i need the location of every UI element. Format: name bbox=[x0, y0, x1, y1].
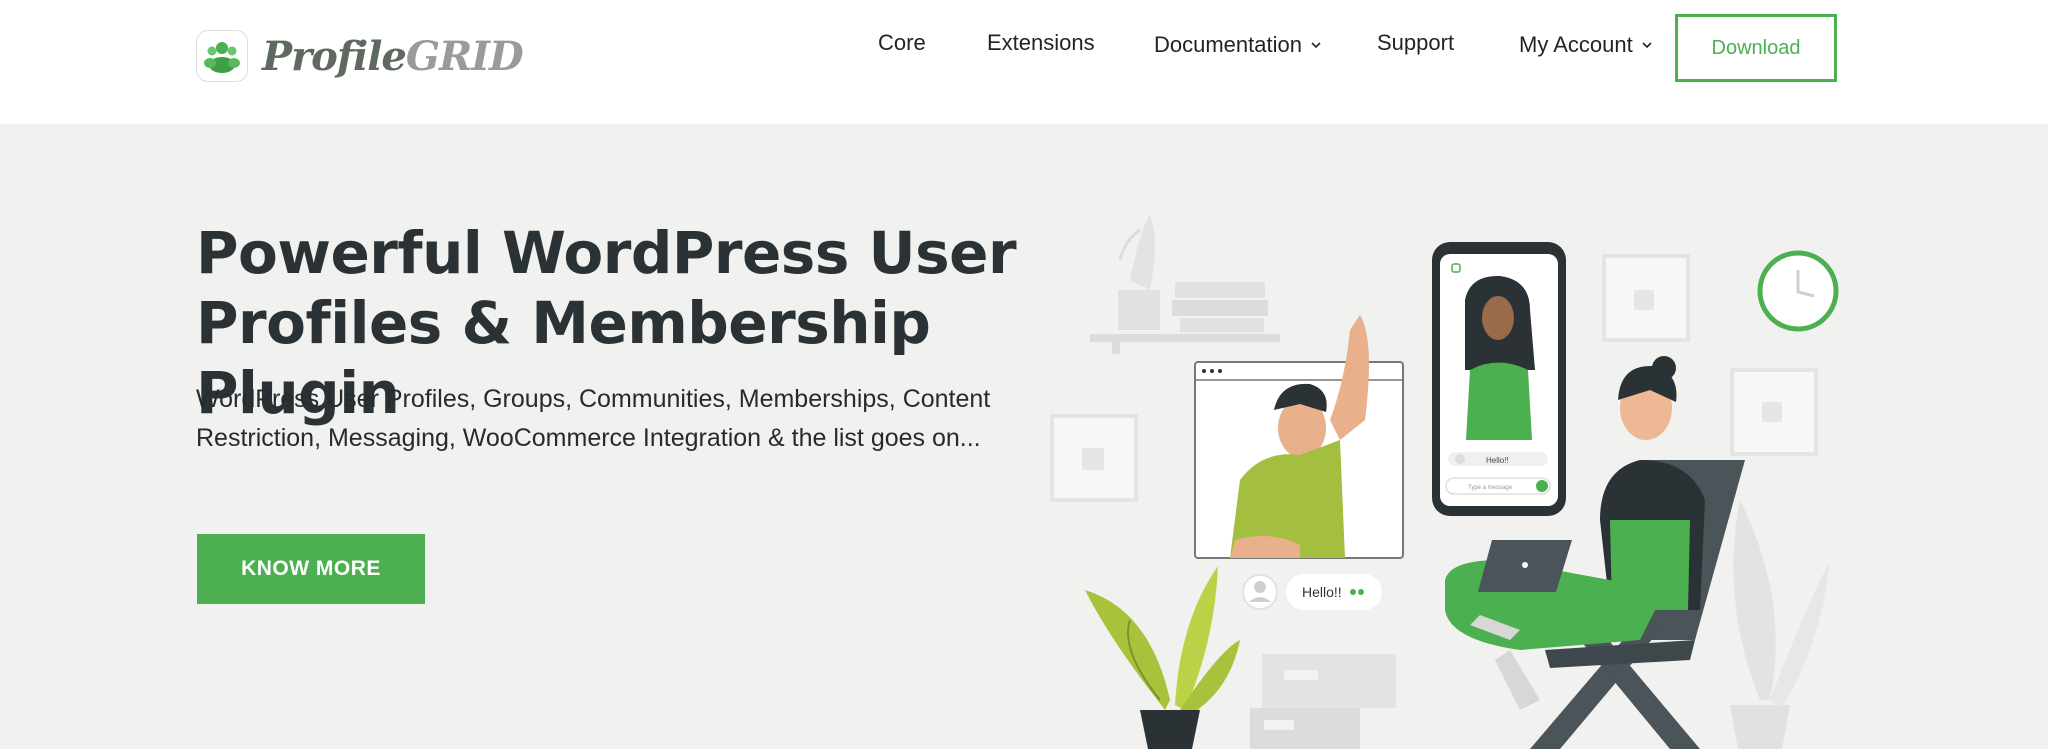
video-call-window bbox=[1194, 315, 1404, 559]
potted-plant bbox=[1085, 566, 1240, 749]
brand-name-part2: GRID bbox=[405, 32, 524, 80]
wall-frame-right bbox=[1730, 368, 1818, 456]
nav-item-documentation[interactable]: Documentation bbox=[1154, 32, 1322, 58]
download-button[interactable]: Download bbox=[1675, 14, 1837, 82]
wall-shelf bbox=[1090, 215, 1280, 354]
site-header: ProfileGRID Core Extensions Documentatio… bbox=[0, 0, 2048, 124]
hero-subtitle-line: WordPress User Profiles, Groups, Communi… bbox=[196, 385, 991, 413]
nav-item-label: Core bbox=[878, 30, 926, 55]
chat-bubble-text: Hello!! bbox=[1302, 584, 1342, 600]
wall-clock-icon bbox=[1757, 250, 1839, 332]
brand-name-part1: Profile bbox=[262, 32, 407, 80]
chat-message-bubble: Hello!! bbox=[1242, 574, 1382, 610]
nav-item-label: Support bbox=[1377, 30, 1455, 55]
brand-wordmark: ProfileGRID bbox=[262, 32, 524, 80]
know-more-button[interactable]: KNOW MORE bbox=[197, 534, 425, 604]
nav-item-extensions[interactable]: Extensions bbox=[987, 30, 1095, 56]
chevron-down-icon bbox=[1642, 42, 1652, 49]
nav-item-label: Documentation bbox=[1154, 32, 1302, 57]
wall-frame-left bbox=[1050, 414, 1138, 502]
hero-subtitle-line: Restriction, Messaging, WooCommerce Inte… bbox=[196, 424, 981, 452]
wall-frame-top bbox=[1602, 254, 1690, 342]
nav-item-label: Extensions bbox=[987, 30, 1095, 55]
nav-item-support[interactable]: Support bbox=[1377, 30, 1454, 56]
background-plant bbox=[1730, 500, 1830, 749]
hero-title-line: Powerful WordPress User bbox=[196, 219, 1017, 287]
hero-subtitle: WordPress User Profiles, Groups, Communi… bbox=[196, 380, 1016, 458]
brand-logo[interactable]: ProfileGRID bbox=[196, 28, 524, 84]
storage-boxes bbox=[1250, 654, 1396, 749]
chevron-down-icon bbox=[1311, 42, 1321, 49]
profilegrid-logo-icon bbox=[196, 30, 248, 82]
nav-item-core[interactable]: Core bbox=[878, 30, 926, 56]
hero-illustration: Hello!! Hello!! Type a message bbox=[1050, 215, 1839, 749]
phone-input-placeholder: Type a message bbox=[1468, 485, 1513, 491]
nav-item-my-account[interactable]: My Account bbox=[1519, 32, 1653, 58]
phone-bubble-text: Hello!! bbox=[1486, 456, 1509, 465]
smartphone: Hello!! Type a message bbox=[1432, 242, 1566, 516]
nav-item-label: My Account bbox=[1519, 32, 1633, 57]
